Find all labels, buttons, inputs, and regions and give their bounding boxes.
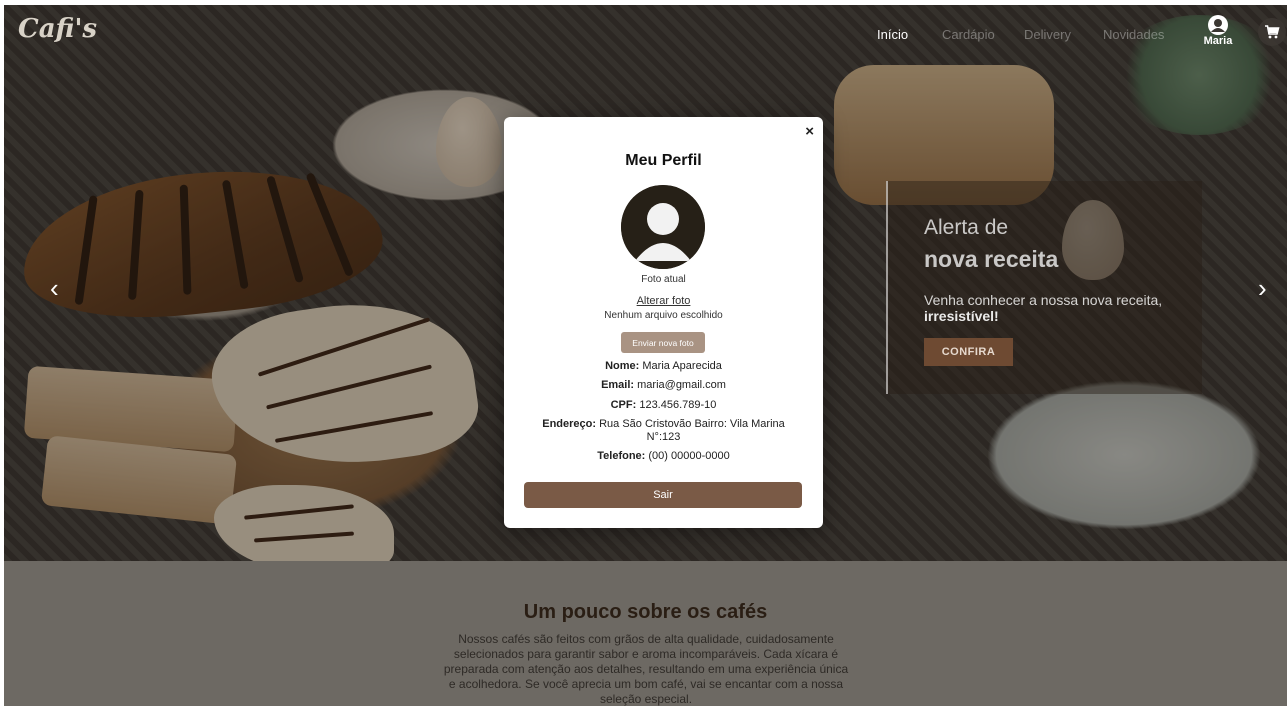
name-value: Maria Aparecida bbox=[642, 360, 722, 372]
phone-label: Telefone: bbox=[597, 450, 646, 462]
avatar-placeholder-icon bbox=[621, 185, 705, 269]
email-label: Email: bbox=[601, 379, 635, 391]
logout-button[interactable]: Sair bbox=[524, 482, 802, 508]
promo-text-regular: Venha conhecer a nossa nova receita, bbox=[924, 292, 1163, 308]
profile-address-row: Endereço: Rua São Cristovão Bairro: Vila… bbox=[532, 418, 795, 444]
nav-cardapio[interactable]: Cardápio bbox=[942, 27, 995, 42]
address-value: Rua São Cristovão Bairro: Vila Marina N°… bbox=[599, 418, 785, 443]
nav-delivery[interactable]: Delivery bbox=[1024, 27, 1071, 42]
nav-user-profile[interactable]: Maria bbox=[1201, 15, 1235, 47]
avatar bbox=[621, 185, 705, 269]
about-title: Um pouco sobre os cafés bbox=[523, 601, 768, 623]
promo-title-line2: nova receita bbox=[924, 246, 1059, 272]
cpf-value: 123.456.789-10 bbox=[639, 399, 717, 411]
promo-title-line1: Alerta de bbox=[924, 216, 1009, 239]
cpf-label: CPF: bbox=[610, 399, 637, 411]
address-label: Endereço: bbox=[542, 418, 597, 430]
change-photo-link[interactable]: Alterar foto bbox=[504, 295, 823, 307]
cart-button[interactable] bbox=[1258, 18, 1286, 46]
nav-user-name: Maria bbox=[1203, 35, 1233, 47]
about-text: Nossos cafés são feitos com grãos de alt… bbox=[443, 632, 849, 706]
send-photo-button[interactable]: Enviar nova foto bbox=[621, 332, 705, 353]
brand-logo[interactable]: Cafi's bbox=[18, 14, 97, 44]
close-icon[interactable]: × bbox=[805, 123, 814, 140]
nav-inicio[interactable]: Início bbox=[877, 27, 908, 42]
photo-label: Foto atual bbox=[641, 274, 686, 285]
user-icon bbox=[1208, 15, 1228, 35]
profile-modal: × Meu Perfil Foto atual Alterar foto Nen… bbox=[504, 117, 823, 528]
confira-button[interactable]: CONFIRA bbox=[924, 338, 1013, 366]
modal-title: Meu Perfil bbox=[625, 152, 702, 169]
promo-panel: Alerta de nova receita Venha conhecer a … bbox=[886, 181, 1202, 394]
carousel-next-arrow[interactable]: › bbox=[1258, 275, 1267, 301]
cart-icon bbox=[1265, 25, 1280, 39]
name-label: Nome: bbox=[605, 360, 640, 372]
carousel-prev-arrow[interactable]: ‹ bbox=[50, 275, 59, 301]
email-value: maria@gmail.com bbox=[637, 379, 726, 391]
profile-phone-row: Telefone: (00) 00000-0000 bbox=[532, 450, 795, 463]
no-file-chosen-text: Nenhum arquivo escolhido bbox=[604, 310, 723, 321]
profile-name-row: Nome: Maria Aparecida bbox=[532, 360, 795, 373]
promo-text-bold: irresistível! bbox=[924, 308, 999, 324]
phone-value: (00) 00000-0000 bbox=[648, 450, 730, 462]
promo-text: Venha conhecer a nossa nova receita, irr… bbox=[924, 292, 1194, 324]
nav-novidades[interactable]: Novidades bbox=[1103, 27, 1164, 42]
about-section: Um pouco sobre os cafés Nossos cafés são… bbox=[4, 561, 1287, 706]
profile-cpf-row: CPF: 123.456.789-10 bbox=[532, 399, 795, 412]
profile-email-row: Email: maria@gmail.com bbox=[532, 379, 795, 392]
